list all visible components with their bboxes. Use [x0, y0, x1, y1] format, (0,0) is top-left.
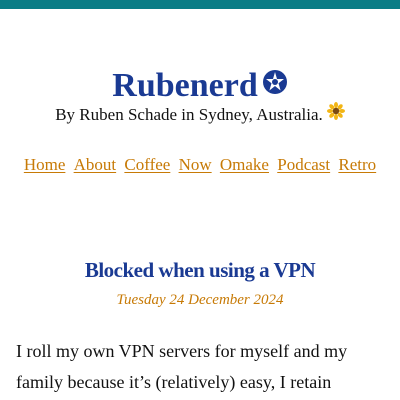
post-title-link[interactable]: Blocked when using a VPN — [0, 257, 400, 283]
post-body-paragraph: I roll my own VPN servers for myself and… — [16, 341, 348, 392]
byline: By Ruben Schade in Sydney, Australia. — [0, 102, 400, 128]
nav-link-retro[interactable]: Retro — [338, 155, 376, 174]
nav-link-podcast[interactable]: Podcast — [277, 155, 330, 174]
main-nav: Home About Coffee Now Omake Podcast Retr… — [0, 154, 400, 176]
post-date: Tuesday 24 December 2024 — [116, 292, 284, 308]
nav-link-omake[interactable]: Omake — [220, 155, 269, 174]
top-accent-bar — [0, 0, 400, 9]
star-badge-icon — [262, 65, 288, 105]
nav-link-coffee[interactable]: Coffee — [124, 155, 170, 174]
nav-link-home[interactable]: Home — [24, 155, 66, 174]
nav-link-about[interactable]: About — [74, 155, 117, 174]
sunflower-icon — [326, 102, 345, 126]
byline-text: By Ruben Schade in Sydney, Australia. — [55, 105, 323, 124]
nav-link-now[interactable]: Now — [179, 155, 212, 174]
site-title: Rubenerd — [112, 67, 258, 104]
